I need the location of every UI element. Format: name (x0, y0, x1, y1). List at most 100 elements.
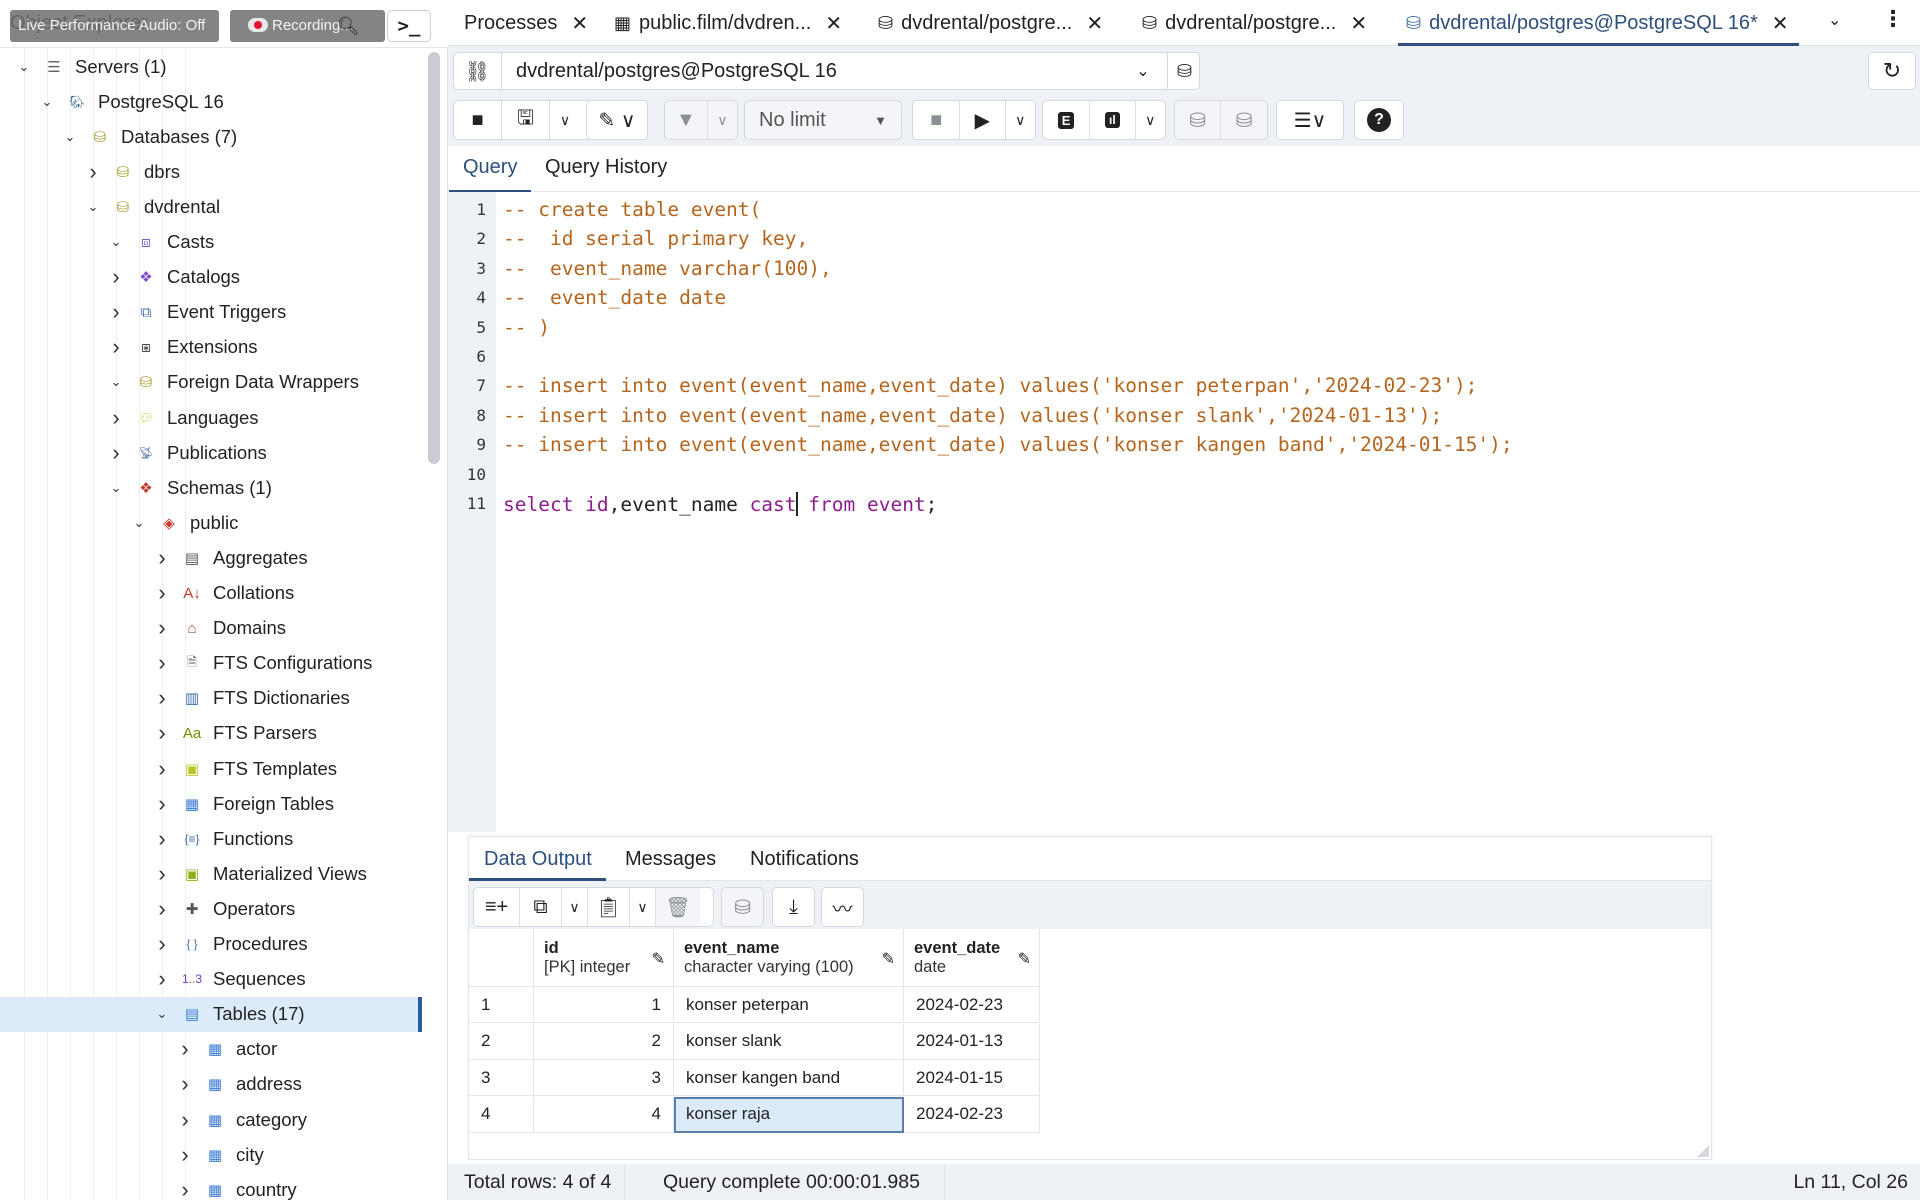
search-objects-button[interactable]: 🔍︎ (330, 10, 366, 42)
filter-button[interactable]: ▼ (665, 101, 708, 139)
chevron-right-icon[interactable]: › (151, 896, 173, 922)
column-header[interactable]: event_name character varying (100) ✎ (674, 929, 904, 987)
grid-cell[interactable]: konser slank (674, 1023, 904, 1060)
execute-query-button[interactable]: ▶ (960, 101, 1006, 139)
grid-cell[interactable]: 4 (534, 1096, 674, 1133)
tab-query-1[interactable]: ⛁ dvdrental/postgre... ✕ (878, 0, 1103, 46)
chevron-down-icon[interactable]: ⌄ (82, 199, 104, 215)
grid-cell[interactable]: 3 (534, 1060, 674, 1096)
chevron-down-icon[interactable]: ⌄ (105, 234, 127, 250)
grid-cell[interactable]: 2 (534, 1023, 674, 1060)
tree-item[interactable]: › ▣ FTS Templates (0, 751, 422, 786)
chevron-down-icon[interactable]: ⌄ (105, 374, 127, 390)
grid-cell[interactable]: 2024-01-15 (904, 1060, 1040, 1096)
row-number-cell[interactable]: 4 (469, 1096, 534, 1133)
tree-item[interactable]: › ▦ category (0, 1102, 422, 1137)
save-options-dropdown[interactable]: ∨ (550, 101, 580, 139)
copy-button[interactable]: ⧉ (520, 888, 562, 926)
chevron-right-icon[interactable]: › (174, 1036, 196, 1062)
explain-options-dropdown[interactable]: ∨ (1136, 101, 1166, 139)
commit-button[interactable]: ⛁ (1175, 101, 1222, 139)
tab-query-history[interactable]: Query History (545, 156, 667, 179)
explain-button[interactable]: E (1043, 101, 1091, 139)
tab-notifications[interactable]: Notifications (750, 848, 859, 871)
chevron-right-icon[interactable]: › (105, 405, 127, 431)
chevron-down-icon[interactable]: ⌄ (36, 94, 58, 110)
chevron-down-icon[interactable]: ⌄ (13, 59, 35, 75)
tab-menu-kebab-icon[interactable]: ⋮ (1882, 6, 1904, 32)
tab-query[interactable]: Query (448, 156, 533, 193)
tree-item[interactable]: › ▦ Foreign Tables (0, 786, 422, 821)
tree-item[interactable]: › Aa FTS Parsers (0, 716, 422, 751)
execute-options-dropdown[interactable]: ∨ (1006, 101, 1036, 139)
close-icon[interactable]: ✕ (825, 11, 842, 36)
tree-item[interactable]: › ▣ Materialized Views (0, 856, 422, 891)
edit-menu-button[interactable]: ✎ ∨ (587, 101, 647, 139)
column-header[interactable]: id [PK] integer ✎ (534, 929, 674, 987)
grid-cell[interactable]: 2024-02-23 (904, 1096, 1040, 1133)
grid-cell[interactable]: konser kangen band (674, 1060, 904, 1096)
chevron-right-icon[interactable]: › (151, 685, 173, 711)
tree-item[interactable]: ⌄ ▤ Tables (17) (0, 996, 422, 1032)
chevron-down-icon[interactable]: ⌄ (59, 129, 81, 145)
chevron-right-icon[interactable]: › (105, 440, 127, 466)
chevron-down-icon[interactable]: ⌄ (128, 515, 150, 531)
delete-row-button[interactable]: 🗑︎ (656, 888, 700, 926)
filter-options-dropdown[interactable]: ∨ (708, 101, 737, 139)
tree-item[interactable]: › ✚ Operators (0, 891, 422, 926)
tree-item[interactable]: ⌄ ☰ Servers (1) (0, 49, 422, 84)
close-icon[interactable]: ✕ (1772, 11, 1789, 36)
chevron-right-icon[interactable]: › (174, 1142, 196, 1168)
chevron-right-icon[interactable]: › (151, 650, 173, 676)
chevron-right-icon[interactable]: › (151, 756, 173, 782)
tree-item[interactable]: ⌄ 🐘︎ PostgreSQL 16 (0, 84, 422, 119)
tree-item[interactable]: ⌄ ⛁ Foreign Data Wrappers (0, 365, 422, 400)
paste-button[interactable]: 📋︎ (588, 888, 630, 926)
tree-item[interactable]: › ▦ city (0, 1137, 422, 1172)
graph-visualiser-button[interactable]: 〰 (822, 888, 863, 926)
close-icon[interactable]: ✕ (1350, 11, 1367, 36)
tab-processes[interactable]: Processes ✕ (464, 0, 588, 46)
macros-button[interactable]: ☰∨ (1277, 101, 1343, 139)
chevron-right-icon[interactable]: › (151, 931, 173, 957)
chevron-right-icon[interactable]: › (151, 720, 173, 746)
new-connection-button[interactable]: ⛁ (1167, 53, 1201, 89)
tree-item[interactable]: › A↓ Collations (0, 576, 422, 611)
chevron-down-icon[interactable]: ⌄ (105, 480, 127, 496)
grid-cell[interactable]: 2024-02-23 (904, 987, 1040, 1023)
resize-grip-icon[interactable] (1697, 1145, 1709, 1157)
paste-options-dropdown[interactable]: ∨ (630, 888, 656, 926)
tree-item[interactable]: › ⌂ Domains (0, 611, 422, 646)
tree-item[interactable]: › 📡︎ Publications (0, 435, 422, 470)
close-icon[interactable]: ✕ (1086, 11, 1103, 36)
chevron-right-icon[interactable]: › (151, 826, 173, 852)
tree-item[interactable]: › {≡} Functions (0, 821, 422, 856)
tree-item[interactable]: ⌄ ⧈ Casts (0, 225, 422, 260)
chevron-right-icon[interactable]: › (82, 159, 104, 185)
tree-item[interactable]: › ⧉ Event Triggers (0, 295, 422, 330)
tree-scrollbar[interactable] (428, 52, 440, 464)
tree-item[interactable]: › ⛁ dbrs (0, 154, 422, 189)
help-button[interactable]: ? (1355, 101, 1403, 139)
tree-item[interactable]: ⌄ ◈ public (0, 505, 422, 540)
tree-item[interactable]: › ▤ Aggregates (0, 540, 422, 575)
tree-item[interactable]: › ❖ Catalogs (0, 260, 422, 295)
stop-query-button[interactable]: ■ (913, 101, 961, 139)
chevron-right-icon[interactable]: › (151, 615, 173, 641)
tree-item[interactable]: › 💬︎ Languages (0, 400, 422, 435)
chevron-right-icon[interactable]: › (151, 545, 173, 571)
tab-overflow-chevron-icon[interactable]: ⌄ (1828, 10, 1841, 30)
psql-tool-button[interactable]: >_ (387, 10, 431, 42)
sql-editor[interactable]: 1 2 3 4 5 6 7 8 9 10 11 -- create table event(-- i… (448, 192, 1920, 832)
chevron-right-icon[interactable]: › (105, 334, 127, 360)
chevron-down-icon[interactable]: ⌄ (151, 1006, 173, 1022)
grid-cell[interactable]: 1 (534, 987, 674, 1023)
connection-selector[interactable]: ⛓ dvdrental/postgres@PostgreSQL 16 ⌄ ⛁ (453, 52, 1200, 90)
row-number-cell[interactable]: 1 (469, 987, 534, 1023)
tree-item[interactable]: › ▦ address (0, 1067, 422, 1102)
chevron-right-icon[interactable]: › (174, 1177, 196, 1200)
tree-item[interactable]: ⌄ ⛁ dvdrental (0, 189, 422, 224)
tree-item[interactable]: › { } Procedures (0, 927, 422, 962)
tree-item[interactable]: › ▥ FTS Dictionaries (0, 681, 422, 716)
chevron-right-icon[interactable]: › (105, 299, 127, 325)
